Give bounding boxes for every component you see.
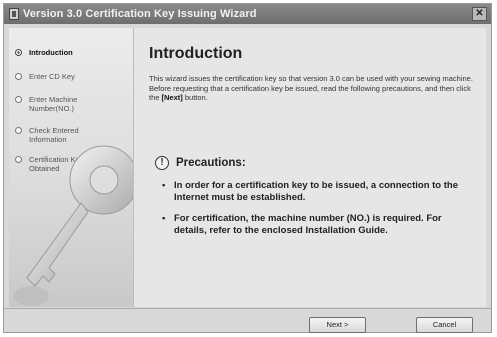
step-bullet-icon	[15, 73, 22, 80]
intro-paragraph-1: This wizard issues the certification key…	[149, 74, 473, 83]
close-button[interactable]: ✕	[472, 7, 487, 21]
app-icon	[9, 8, 19, 20]
intro-text: This wizard issues the certification key…	[149, 74, 479, 103]
title-bar: Version 3.0 Certification Key Issuing Wi…	[4, 4, 491, 24]
window-title: Version 3.0 Certification Key Issuing Wi…	[23, 8, 257, 20]
step-label: Enter CD Key	[29, 72, 75, 81]
precaution-item: For certification, the machine number (N…	[162, 213, 472, 237]
step-enter-machine-number: Enter Machine Number(NO.)	[15, 95, 131, 113]
main-content: Introduction This wizard issues the cert…	[134, 28, 486, 307]
wizard-window: Version 3.0 Certification Key Issuing Wi…	[3, 3, 492, 333]
step-label: Introduction	[29, 48, 73, 57]
cancel-button[interactable]: Cancel	[416, 317, 473, 333]
intro-text-part: button.	[182, 93, 208, 102]
precautions-title: Precautions:	[176, 157, 246, 169]
info-icon: !	[155, 156, 169, 170]
step-bullet-icon	[15, 49, 22, 56]
intro-paragraph-2: Before requesting that a certification k…	[149, 84, 479, 103]
next-button[interactable]: Next >	[309, 317, 366, 333]
step-label: Enter Machine Number(NO.)	[29, 95, 78, 113]
step-enter-cd-key: Enter CD Key	[15, 72, 131, 81]
precautions-list: In order for a certification key to be i…	[162, 180, 472, 246]
page-title: Introduction	[149, 45, 243, 62]
button-bar: Next > Cancel	[4, 308, 491, 334]
precaution-item: In order for a certification key to be i…	[162, 180, 472, 204]
step-bullet-icon	[15, 96, 22, 103]
wizard-steps-sidebar: Introduction Enter CD Key Enter Machine …	[9, 28, 134, 307]
step-introduction: Introduction	[15, 48, 131, 57]
key-illustration-icon	[13, 145, 133, 306]
next-reference: [Next]	[161, 93, 183, 102]
